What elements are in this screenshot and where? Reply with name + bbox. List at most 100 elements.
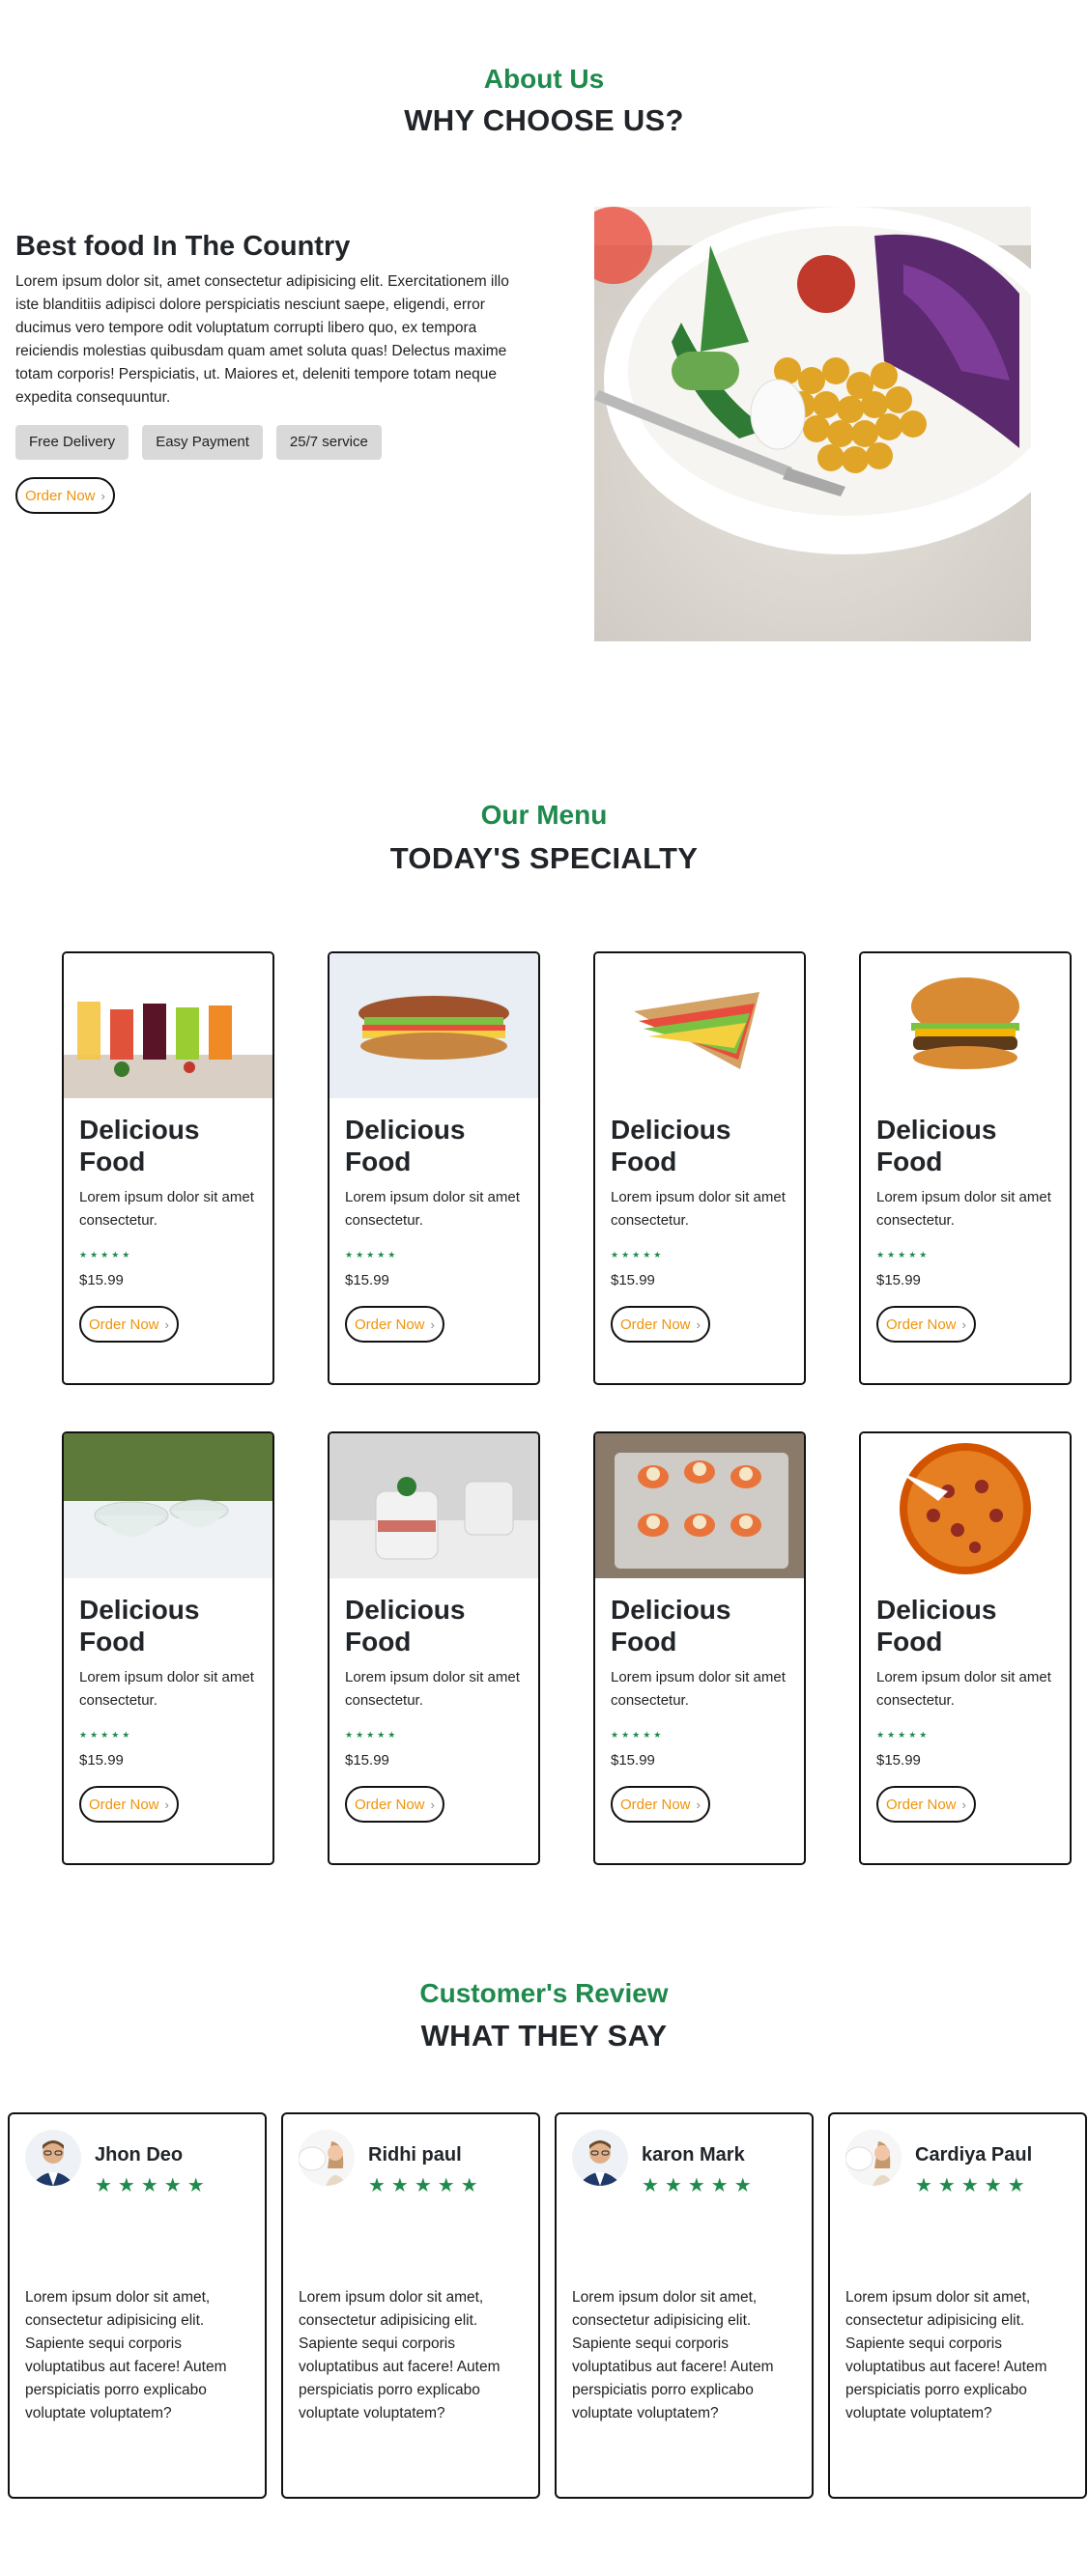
chevron-right-icon: › [430,1797,435,1812]
menu-card-price: $15.99 [876,1272,921,1288]
review-card: Cardiya Paul ★★★★★ Lorem ipsum dolor sit… [828,2112,1087,2499]
about-heading: Best food In The Country [15,231,351,262]
menu-card: Delicious Food Lorem ipsum dolor sit ame… [62,1431,274,1865]
chevron-right-icon: › [164,1797,169,1812]
menu-card-description: Lorem ipsum dolor sit amet consectetur. [79,1669,254,1709]
menu-card: Delicious Food Lorem ipsum dolor sit ame… [593,951,806,1385]
parfait-image [329,1433,538,1578]
order-now-button[interactable]: Order Now › [79,1306,179,1343]
tag-easy-payment: Easy Payment [142,425,263,460]
reviewer-name: Jhon Deo [95,2144,184,2166]
about-order-button[interactable]: Order Now › [15,477,115,514]
order-now-button[interactable]: Order Now › [345,1786,444,1823]
menu-card: Delicious Food Lorem ipsum dolor sit ame… [593,1431,806,1865]
menu-card-title: Delicious Food [611,1115,731,1176]
order-button-label: Order Now [89,1316,159,1333]
order-now-button[interactable]: Order Now › [876,1786,976,1823]
order-now-button[interactable]: Order Now › [876,1306,976,1343]
menu-header: Our Menu TODAY'S SPECIALTY [0,794,1088,881]
chevron-right-icon: › [696,1797,701,1812]
reviewer-name: Cardiya Paul [915,2144,1033,2166]
rating-stars-icon: ★★★★★ [611,1250,665,1260]
review-header: Customer's Review WHAT THEY SAY [0,1972,1088,2057]
menu-card-price: $15.99 [345,1752,389,1769]
tag-free-delivery: Free Delivery [15,425,129,460]
stuffed-peppers-image [595,1433,804,1578]
reviewer-name: Ridhi paul [368,2144,462,2166]
salad-bowl-image [594,207,1031,641]
chevron-right-icon: › [100,488,105,503]
club-sandwich-image [595,953,804,1098]
sandwich-image [329,953,538,1098]
menu-card-price: $15.99 [876,1752,921,1769]
review-card: Jhon Deo ★★★★★ Lorem ipsum dolor sit ame… [8,2112,267,2499]
review-text: Lorem ipsum dolor sit amet, consectetur … [572,2289,774,2421]
woman-avatar [299,2130,355,2186]
order-button-label: Order Now [620,1316,691,1333]
chevron-right-icon: › [961,1316,966,1332]
menu-card-price: $15.99 [79,1272,124,1288]
man-avatar [25,2130,81,2186]
rating-stars-icon: ★★★★★ [345,1250,399,1260]
review-text: Lorem ipsum dolor sit amet, consectetur … [299,2289,501,2421]
menu-card-description: Lorem ipsum dolor sit amet consectetur. [876,1189,1051,1229]
review-subtitle: Customer's Review [419,1978,669,2008]
menu-card: Delicious Food Lorem ipsum dolor sit ame… [859,1431,1072,1865]
about-content: Best food In The Country Lorem ipsum dol… [15,228,528,514]
rating-stars-icon: ★★★★★ [79,1730,133,1740]
rating-stars-icon: ★★★★★ [95,2175,211,2196]
order-now-button[interactable]: Order Now › [611,1306,710,1343]
menu-card-title: Delicious Food [345,1595,466,1656]
chevron-right-icon: › [961,1797,966,1812]
chevron-right-icon: › [430,1316,435,1332]
chevron-right-icon: › [696,1316,701,1332]
rating-stars-icon: ★★★★★ [915,2175,1031,2196]
menu-card-price: $15.99 [79,1752,124,1769]
order-now-button[interactable]: Order Now › [611,1786,710,1823]
menu-card-description: Lorem ipsum dolor sit amet consectetur. [611,1189,786,1229]
menu-card-title: Delicious Food [876,1595,997,1656]
dessert-bowls-image [64,1433,272,1578]
rating-stars-icon: ★★★★★ [79,1250,133,1260]
menu-card-description: Lorem ipsum dolor sit amet consectetur. [611,1669,786,1709]
menu-subtitle: Our Menu [480,800,608,830]
burger-image [861,953,1070,1098]
menu-card-description: Lorem ipsum dolor sit amet consectetur. [345,1669,520,1709]
review-text: Lorem ipsum dolor sit amet, consectetur … [25,2289,227,2421]
menu-title: TODAY'S SPECIALTY [389,841,699,875]
chevron-right-icon: › [164,1316,169,1332]
review-card: karon Mark ★★★★★ Lorem ipsum dolor sit a… [555,2112,814,2499]
order-now-button[interactable]: Order Now › [345,1306,444,1343]
review-text: Lorem ipsum dolor sit amet, consectetur … [845,2289,1047,2421]
rating-stars-icon: ★★★★★ [642,2175,758,2196]
rating-stars-icon: ★★★★★ [345,1730,399,1740]
tag-service: 25/7 service [275,425,382,460]
menu-card-description: Lorem ipsum dolor sit amet consectetur. [876,1669,1051,1709]
menu-card-price: $15.99 [611,1752,655,1769]
woman-avatar [845,2130,902,2186]
about-subtitle: About Us [483,64,605,94]
order-now-button[interactable]: Order Now › [79,1786,179,1823]
menu-card-title: Delicious Food [79,1115,200,1176]
menu-card: Delicious Food Lorem ipsum dolor sit ame… [62,951,274,1385]
menu-card-title: Delicious Food [876,1115,997,1176]
review-title: WHAT THEY SAY [420,2019,668,2052]
order-button-label: Order Now [89,1796,159,1813]
rating-stars-icon: ★★★★★ [611,1730,665,1740]
menu-card: Delicious Food Lorem ipsum dolor sit ame… [328,1431,540,1865]
rating-stars-icon: ★★★★★ [876,1730,931,1740]
rating-stars-icon: ★★★★★ [876,1250,931,1260]
about-header: About Us WHY CHOOSE US? [0,60,1088,143]
menu-card: Delicious Food Lorem ipsum dolor sit ame… [328,951,540,1385]
menu-card-title: Delicious Food [79,1595,200,1656]
menu-card-price: $15.99 [611,1272,655,1288]
about-title: WHY CHOOSE US? [404,103,684,137]
menu-card-price: $15.99 [345,1272,389,1288]
order-button-label: Order Now [886,1796,957,1813]
pizza-image [861,1433,1070,1578]
menu-card: Delicious Food Lorem ipsum dolor sit ame… [859,951,1072,1385]
about-paragraph: Lorem ipsum dolor sit, amet consectetur … [15,273,509,406]
order-button-label: Order Now [886,1316,957,1333]
order-button-label: Order Now [25,487,96,504]
menu-card-title: Delicious Food [345,1115,466,1176]
